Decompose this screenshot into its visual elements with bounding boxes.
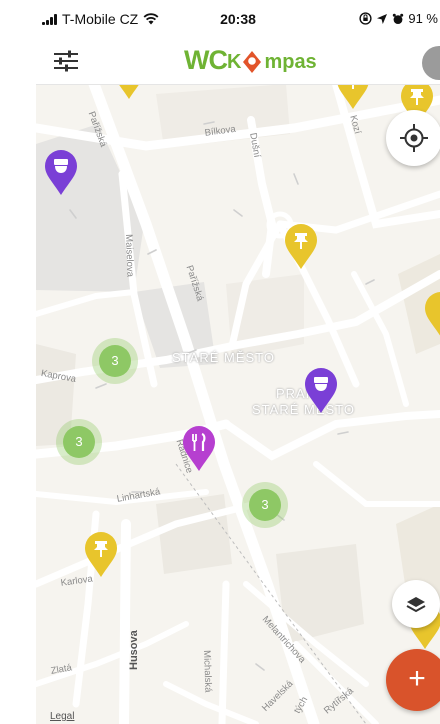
attraction-pin-icon [425,292,440,336]
add-icon: + [408,662,426,695]
district-label: STARÉ MĚSTO [172,350,275,365]
filter-sliders-icon [54,50,78,72]
user-avatar[interactable] [422,46,440,80]
attraction-marker[interactable] [424,292,440,338]
app-logo: WC K mpas [184,45,317,75]
restaurant-marker[interactable] [182,426,216,472]
cluster-count: 3 [63,426,95,458]
battery-percent: 91 % [408,11,438,26]
layers-icon [406,597,426,613]
cluster-count: 3 [99,345,131,377]
location-arrow-icon [377,13,388,24]
legal-link[interactable]: Legal [50,711,74,722]
map-street-network [36,84,440,724]
marker-cluster[interactable]: 3 [92,338,138,384]
restaurant-pin-icon [183,426,215,471]
attraction-pin-icon [85,532,117,577]
marker-cluster[interactable]: 3 [56,419,102,465]
toilet-pin-icon [45,150,77,195]
marker-cluster[interactable]: 3 [242,482,288,528]
filter-button[interactable] [52,48,80,74]
cluster-count: 3 [249,489,281,521]
attraction-marker[interactable] [84,532,118,578]
layers-button[interactable] [392,580,440,628]
alarm-icon [393,13,404,24]
toilet-marker[interactable] [44,150,78,196]
attraction-marker[interactable] [284,224,318,270]
locate-icon [400,124,428,152]
logo-prefix: WC [184,45,228,75]
logo-pin-icon [243,51,262,73]
toilet-pin-icon [305,368,337,413]
logo-wordmark: K mpas [227,49,317,75]
status-bar: T-Mobile CZ 20:38 91 % [36,0,440,38]
locate-button[interactable] [386,110,440,166]
app-bar: WC K mpas [36,38,440,85]
orientation-lock-icon [359,12,372,25]
map-view[interactable]: Pařížská Bílkova Dušní Kozí Maiselova Pa… [36,54,440,724]
toilet-marker[interactable] [304,368,338,414]
street-label: Maiselova [123,234,136,278]
logo-suffix: mpas [264,51,317,73]
app-screen: T-Mobile CZ 20:38 91 % WC K mpas Pařížsk… [36,0,440,724]
status-right: 91 % [359,11,438,26]
street-label: Michalská [201,650,214,693]
attraction-pin-icon [285,224,317,269]
add-place-button[interactable]: + [386,649,440,711]
logo-letter-k: K [226,51,242,73]
street-label: Husova [128,630,140,670]
